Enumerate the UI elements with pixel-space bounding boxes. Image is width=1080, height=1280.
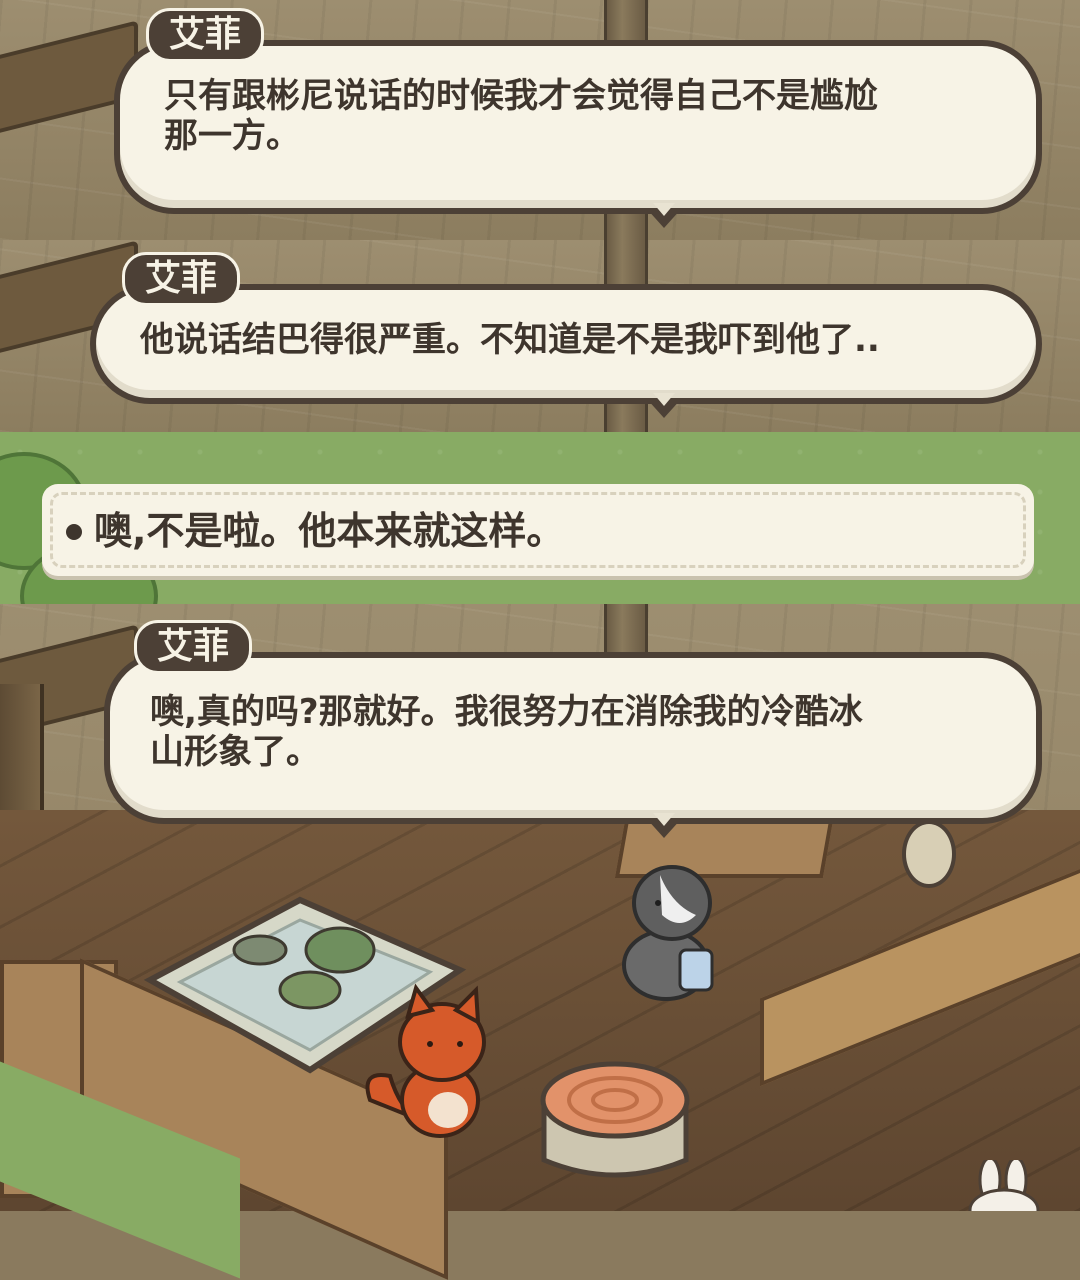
bubble-tail — [646, 813, 682, 838]
post-icon — [902, 820, 956, 888]
bubble-tail — [646, 203, 682, 228]
dialogue-panel-1: 只有跟彬尼说话的时候我才会觉得自己不是尴尬 那一方。 艾菲 — [0, 0, 1080, 240]
bubble-tail — [646, 393, 682, 418]
dialogue-line: 他说话结巴得很严重。不知道是不是我吓到他了.. — [140, 320, 880, 360]
dialogue-text: 他说话结巴得很严重。不知道是不是我吓到他了.. — [140, 320, 996, 360]
rail-platform — [760, 861, 1080, 1087]
dialogue-line: 那一方。 — [164, 116, 300, 156]
wooden-floor — [0, 810, 1080, 1280]
dialogue-panel-2: 他说话结巴得很严重。不知道是不是我吓到他了.. 艾菲 — [0, 240, 1080, 432]
fox-icon — [365, 983, 486, 1138]
tree-stump-table-icon — [540, 1061, 690, 1178]
speech-bubble[interactable]: 他说话结巴得很严重。不知道是不是我吓到他了.. — [90, 284, 1042, 404]
choice-text: 噢,不是啦。他本来就这样。 — [94, 509, 565, 553]
choice-panel: 噢,不是啦。他本来就这样。 — [0, 432, 1080, 604]
speaker-name-tag: 艾菲 — [122, 252, 241, 306]
speaker-name-tag: 艾菲 — [146, 8, 265, 62]
speaker-name-tag: 艾菲 — [134, 620, 253, 674]
dialogue-text: 噢,真的吗?那就好。我很努力在消除我的冷酷冰 山形象了。 — [150, 692, 996, 772]
dialogue-text: 只有跟彬尼说话的时候我才会觉得自己不是尴尬 那一方。 — [164, 76, 996, 156]
dialogue-line: 只有跟彬尼说话的时候我才会觉得自己不是尴尬 — [164, 76, 878, 116]
speech-bubble[interactable]: 只有跟彬尼说话的时候我才会觉得自己不是尴尬 那一方。 — [114, 40, 1042, 214]
speech-bubble[interactable]: 噢,真的吗?那就好。我很努力在消除我的冷酷冰 山形象了。 — [104, 652, 1042, 824]
dialogue-line: 噢,真的吗?那就好。我很努力在消除我的冷酷冰 — [150, 692, 863, 732]
dialogue-line: 山形象了。 — [150, 732, 320, 772]
rabbit-icon — [968, 1160, 1040, 1211]
badger-icon — [622, 865, 714, 1001]
bullet-icon — [66, 524, 82, 540]
choice-option[interactable]: 噢,不是啦。他本来就这样。 — [42, 484, 1034, 576]
